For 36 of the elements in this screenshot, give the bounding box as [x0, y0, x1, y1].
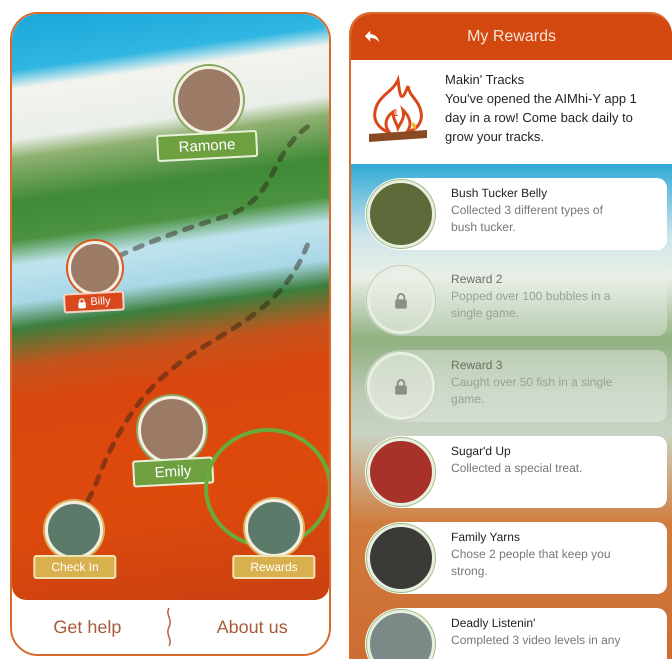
squiggle-divider — [164, 607, 174, 647]
reward-card[interactable]: Sugar'd Up Collected a special treat. — [365, 436, 668, 508]
lock-icon — [77, 296, 87, 308]
reward-title: Reward 2 — [451, 272, 504, 286]
reward-title: Reward 3 — [451, 358, 504, 372]
reward-card[interactable]: Reward 2 Popped over 100 bubbles in a single game. — [365, 264, 668, 336]
reward-description: Collected 3 different types of bush tucker. — [451, 202, 604, 236]
reward-title: Makin' Tracks — [445, 72, 526, 87]
reward-card[interactable]: Deadly Listenin' Completed 3 video levels in any — [365, 608, 668, 659]
reward-title: Deadly Listenin' — [451, 616, 536, 630]
reward-description: Completed 3 video levels in any — [451, 632, 620, 649]
reward-card[interactable]: Bush Tucker Belly Collected 3 different types of bush tucker. — [365, 178, 668, 250]
avatar-placeholder[interactable] — [175, 66, 243, 134]
photo-placeholder — [367, 524, 436, 592]
lock-icon — [367, 352, 436, 420]
footer-link[interactable]: Get help — [53, 616, 122, 638]
reward-description: Chose 2 people that keep you strong. — [451, 546, 612, 580]
footer-link[interactable]: About us — [216, 616, 288, 638]
photo-placeholder — [367, 438, 436, 506]
reward-description: Caught over 50 fish in a single game. — [451, 374, 614, 408]
reward-card[interactable]: Reward 3 Caught over 50 fish in a single game. — [365, 350, 668, 422]
reward-card[interactable]: Family Yarns Chose 2 people that keep you strong. — [365, 522, 668, 594]
screen-title: My Rewards — [467, 28, 556, 46]
reward-description: You've opened the AIMhi-Y app 1 day in a row! Come back daily to grow your tracks. — [445, 90, 638, 146]
node-label[interactable]: Emily — [132, 456, 214, 488]
reward-title: Family Yarns — [451, 530, 521, 544]
photo-placeholder — [367, 610, 436, 659]
reward-title: Bush Tucker Belly — [451, 186, 548, 200]
avatar-placeholder[interactable] — [68, 241, 122, 295]
photo-placeholder — [367, 180, 436, 248]
node-label[interactable]: Ramone — [156, 130, 258, 162]
reward-description: Collected a special treat. — [451, 460, 582, 477]
reward-description: Popped over 100 bubbles in a single game. — [451, 288, 612, 322]
node-label[interactable]: Billy — [62, 290, 126, 314]
photo-placeholder[interactable] — [245, 499, 303, 557]
reward-title: Sugar'd Up — [451, 444, 512, 458]
